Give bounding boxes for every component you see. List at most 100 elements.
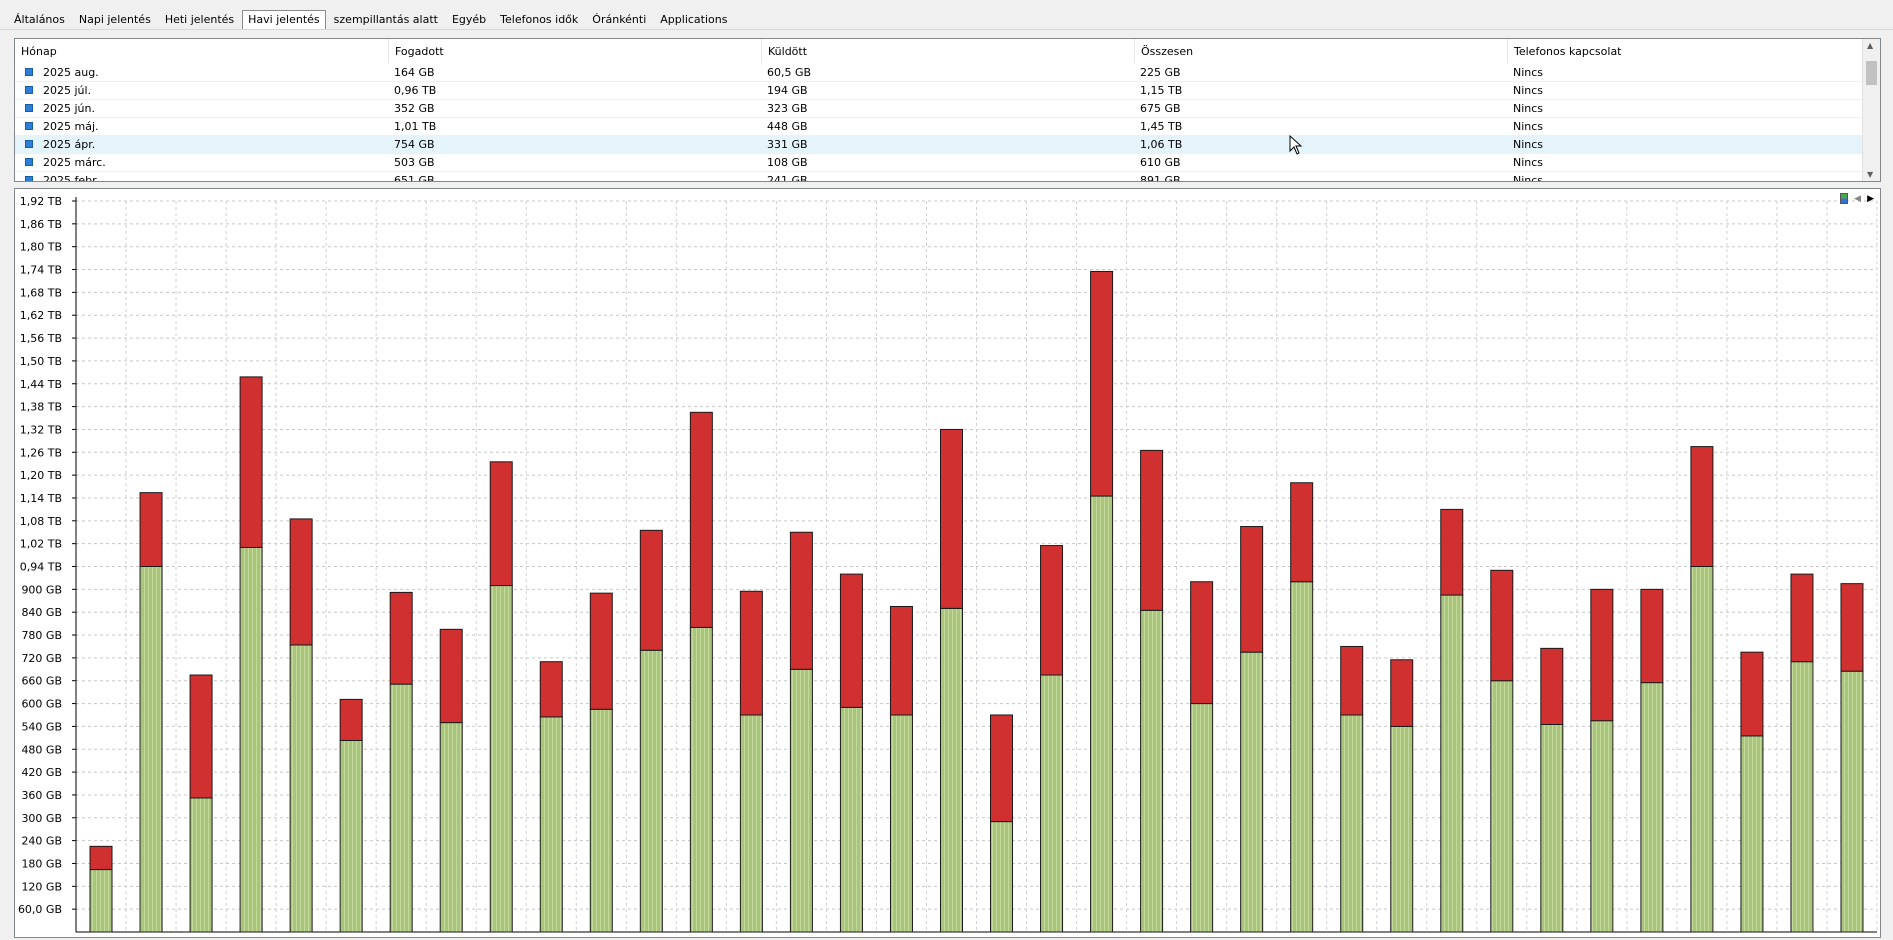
bar-received bbox=[589, 708, 613, 933]
y-tick-label: 360 GB bbox=[21, 789, 62, 802]
row-total-cell: 610 GB bbox=[1140, 156, 1181, 169]
bar-sent bbox=[1090, 270, 1114, 497]
tab-general[interactable]: Általános bbox=[8, 10, 71, 30]
y-tick-label: 1,62 TB bbox=[20, 309, 62, 322]
mouse-cursor-icon bbox=[1289, 135, 1303, 155]
bar-received bbox=[839, 706, 863, 933]
bar-received bbox=[539, 716, 563, 933]
row-total-cell: 1,45 TB bbox=[1140, 120, 1183, 133]
table-row[interactable]: 2025 aug. 164 GB 60,5 GB 225 GB Nincs bbox=[15, 64, 1862, 82]
legend-color-icon[interactable] bbox=[1840, 193, 1849, 204]
y-tick-label: 540 GB bbox=[21, 720, 62, 733]
bar-sent bbox=[139, 492, 163, 568]
column-header-total[interactable]: Összesen bbox=[1134, 39, 1507, 63]
y-tick-label: 780 GB bbox=[21, 629, 62, 642]
tab-weekly-report[interactable]: Heti jelentés bbox=[159, 10, 240, 30]
row-total-cell: 225 GB bbox=[1140, 66, 1181, 79]
bar-sent bbox=[1140, 449, 1164, 611]
y-tick-label: 660 GB bbox=[21, 675, 62, 688]
bar-sent bbox=[1190, 581, 1214, 705]
tab-divider bbox=[0, 29, 1893, 30]
scroll-down-icon[interactable]: ▼ bbox=[1867, 170, 1873, 179]
vertical-scrollbar[interactable]: ▲ ▼ bbox=[1862, 39, 1880, 181]
table-row[interactable]: 2025 máj. 1,01 TB 448 GB 1,45 TB Nincs bbox=[15, 118, 1862, 136]
bar-sent bbox=[839, 573, 863, 708]
bar-sent bbox=[689, 411, 713, 628]
bar-sent bbox=[990, 714, 1014, 823]
tab-applications[interactable]: Applications bbox=[654, 10, 733, 30]
bar-received bbox=[1340, 714, 1364, 933]
tab-hourly[interactable]: Óránkénti bbox=[586, 10, 652, 30]
scrollbar-thumb[interactable] bbox=[1866, 61, 1877, 85]
bar-sent bbox=[539, 661, 563, 718]
column-header-sent[interactable]: Küldött bbox=[761, 39, 1134, 63]
bar-sent bbox=[1290, 482, 1314, 583]
bar-received bbox=[189, 797, 213, 933]
bar-received bbox=[1790, 661, 1814, 933]
bar-received bbox=[289, 644, 313, 933]
bar-sent bbox=[739, 590, 763, 716]
y-tick-label: 1,02 TB bbox=[20, 538, 62, 551]
bar-received bbox=[789, 668, 813, 933]
bar-received bbox=[990, 821, 1014, 933]
bar-sent bbox=[889, 605, 913, 716]
row-received-cell: 1,01 TB bbox=[394, 120, 437, 133]
bar-sent bbox=[589, 592, 613, 710]
row-dialup-cell: Nincs bbox=[1513, 156, 1544, 169]
row-sent-cell: 241 GB bbox=[767, 174, 808, 182]
tab-other[interactable]: Egyéb bbox=[446, 10, 492, 30]
bar-received bbox=[739, 714, 763, 933]
tab-dialup-times[interactable]: Telefonos idők bbox=[494, 10, 584, 30]
tab-daily-report[interactable]: Napi jelentés bbox=[73, 10, 157, 30]
scroll-up-icon[interactable]: ▲ bbox=[1867, 41, 1873, 50]
y-tick-label: 720 GB bbox=[21, 652, 62, 665]
tab-at-a-glance[interactable]: szempillantás alatt bbox=[328, 10, 444, 30]
chevron-left-icon[interactable]: ◀ bbox=[1854, 194, 1861, 204]
y-tick-label: 840 GB bbox=[21, 606, 62, 619]
row-received-cell: 0,96 TB bbox=[394, 84, 437, 97]
row-sent-cell: 323 GB bbox=[767, 102, 808, 115]
bar-received bbox=[1140, 609, 1164, 933]
monthly-traffic-chart: 60,0 GB 120 GB 180 GB 240 GB 300 GB 360 GB 420… bbox=[14, 188, 1881, 940]
bar-received bbox=[1290, 581, 1314, 933]
y-tick-label: 1,38 TB bbox=[20, 401, 62, 414]
row-sent-cell: 194 GB bbox=[767, 84, 808, 97]
y-tick-label: 120 GB bbox=[21, 880, 62, 893]
row-received-cell: 754 GB bbox=[394, 138, 435, 151]
bar-sent bbox=[1790, 573, 1814, 663]
row-month-cell: 2025 aug. bbox=[43, 66, 99, 79]
y-tick-label: 1,80 TB bbox=[20, 241, 62, 254]
bar-sent bbox=[1590, 588, 1614, 722]
y-tick-label: 1,68 TB bbox=[20, 286, 62, 299]
bar-sent bbox=[1840, 583, 1864, 672]
tab-monthly-report[interactable]: Havi jelentés bbox=[242, 10, 326, 30]
y-tick-label: 1,56 TB bbox=[20, 332, 62, 345]
row-month-cell: 2025 febr. bbox=[43, 174, 100, 182]
y-tick-label: 1,32 TB bbox=[20, 423, 62, 436]
column-header-dialup-connection[interactable]: Telefonos kapcsolat bbox=[1507, 39, 1862, 63]
bar-sent bbox=[189, 674, 213, 799]
row-sent-cell: 448 GB bbox=[767, 120, 808, 133]
row-month-cell: 2025 ápr. bbox=[43, 138, 96, 151]
table-row[interactable]: 2025 jún. 352 GB 323 GB 675 GB Nincs bbox=[15, 100, 1862, 118]
table-row[interactable]: 2025 márc. 503 GB 108 GB 610 GB Nincs bbox=[15, 154, 1862, 172]
row-received-cell: 164 GB bbox=[394, 66, 435, 79]
column-header-received[interactable]: Fogadott bbox=[388, 39, 761, 63]
y-tick-label: 60,0 GB bbox=[18, 903, 62, 916]
row-dialup-cell: Nincs bbox=[1513, 174, 1544, 182]
chevron-right-icon[interactable]: ▶ bbox=[1867, 194, 1874, 204]
y-tick-label: 180 GB bbox=[21, 857, 62, 870]
bar-received bbox=[1490, 680, 1514, 933]
row-sent-cell: 331 GB bbox=[767, 138, 808, 151]
y-tick-label: 1,74 TB bbox=[20, 264, 62, 277]
bar-sent bbox=[389, 591, 413, 685]
column-header-month[interactable]: Hónap bbox=[15, 39, 388, 63]
row-received-cell: 352 GB bbox=[394, 102, 435, 115]
bar-sent bbox=[789, 531, 813, 670]
y-tick-label: 300 GB bbox=[21, 812, 62, 825]
table-body: 2025 aug. 164 GB 60,5 GB 225 GB Nincs 2025 jú… bbox=[15, 64, 1862, 182]
table-row[interactable]: 2025 júl. 0,96 TB 194 GB 1,15 TB Nincs bbox=[15, 82, 1862, 100]
table-row[interactable]: 2025 ápr. 754 GB 331 GB 1,06 TB Nincs bbox=[15, 136, 1862, 154]
table-row[interactable]: 2025 febr. 651 GB 241 GB 891 GB Nincs bbox=[15, 172, 1862, 182]
y-tick-label: 1,20 TB bbox=[20, 469, 62, 482]
